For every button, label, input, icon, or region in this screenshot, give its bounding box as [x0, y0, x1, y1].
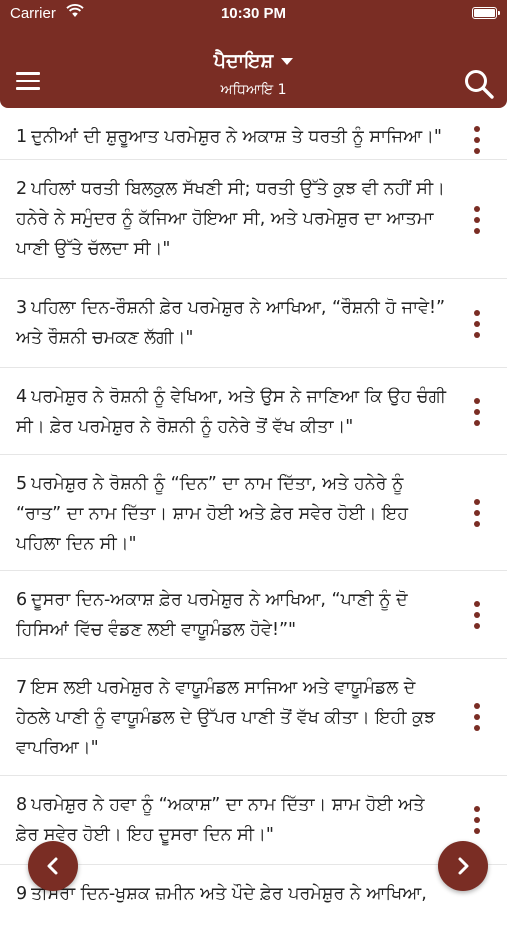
- verse-row[interactable]: 5 ਪਰਮੇਸ਼ੁਰ ਨੇ ਰੋਸ਼ਨੀ ਨੂੰ “ਦਿਨ” ਦਾ ਨਾਮ ਦਿੱ…: [0, 455, 507, 571]
- verse-row[interactable]: 3 ਪਹਿਲਾ ਦਿਨ-ਰੌਸ਼ਨੀ ਫ਼ੇਰ ਪਰਮੇਸ਼ੁਰ ਨੇ ਆਖਿਆ,…: [0, 279, 507, 368]
- verse-more-button[interactable]: [474, 499, 480, 527]
- verse-row[interactable]: 1 ਦੁਨੀਆਂ ਦੀ ਸ਼ੁਰੂਆਤ ਪਰਮੇਸ਼ੁਰ ਨੇ ਅਕਾਸ਼ ਤੇ …: [0, 108, 507, 160]
- verse-row[interactable]: 4 ਪਰਮੇਸ਼ੁਰ ਨੇ ਰੋਸ਼ਨੀ ਨੂੰ ਵੇਖਿਆ, ਅਤੇ ਉਸ ਨੇ…: [0, 368, 507, 455]
- verse-row[interactable]: 6 ਦੂਸਰਾ ਦਿਨ-ਅਕਾਸ਼ ਫ਼ੇਰ ਪਰਮੇਸ਼ੁਰ ਨੇ ਆਖਿਆ, …: [0, 571, 507, 659]
- verse-number: 5: [16, 474, 28, 494]
- verse-text: 7 ਇਸ ਲਈ ਪਰਮੇਸ਼ੁਰ ਨੇ ਵਾਯੂਮੰਡਲ ਸਾਜਿਆ ਅਤੇ ਵਾ…: [16, 678, 436, 758]
- vertical-dots-icon: [474, 703, 480, 709]
- chevron-right-icon: [458, 857, 469, 875]
- vertical-dots-icon: [474, 398, 480, 404]
- caret-down-icon: [281, 57, 294, 65]
- verse-row[interactable]: 8 ਪਰਮੇਸ਼ੁਰ ਨੇ ਹਵਾ ਨੂੰ “ਅਕਾਸ਼” ਦਾ ਨਾਮ ਦਿੱਤ…: [0, 776, 507, 865]
- verse-number: 7: [16, 678, 28, 698]
- chapter-label: ਅਧਿਆਇ 1: [220, 82, 287, 98]
- book-title: ਪੈਦਾਇਸ਼: [213, 50, 274, 72]
- vertical-dots-icon: [474, 206, 480, 212]
- verse-text: 6 ਦੂਸਰਾ ਦਿਨ-ਅਕਾਸ਼ ਫ਼ੇਰ ਪਰਮੇਸ਼ੁਰ ਨੇ ਆਖਿਆ, …: [16, 590, 408, 640]
- verse-more-button[interactable]: [474, 310, 480, 338]
- vertical-dots-icon: [474, 806, 480, 812]
- verse-row[interactable]: 7 ਇਸ ਲਈ ਪਰਮੇਸ਼ੁਰ ਨੇ ਵਾਯੂਮੰਡਲ ਸਾਜਿਆ ਅਤੇ ਵਾ…: [0, 659, 507, 776]
- verse-more-button[interactable]: [474, 601, 480, 629]
- verse-text: 3 ਪਹਿਲਾ ਦਿਨ-ਰੌਸ਼ਨੀ ਫ਼ੇਰ ਪਰਮੇਸ਼ੁਰ ਨੇ ਆਖਿਆ,…: [16, 298, 446, 348]
- previous-chapter-button[interactable]: [28, 841, 78, 891]
- vertical-dots-icon: [474, 499, 480, 505]
- search-icon: [465, 70, 494, 99]
- verse-number: 2: [16, 179, 28, 199]
- verse-number: 9: [16, 884, 28, 904]
- verse-text: 2 ਪਹਿਲਾਂ ਧਰਤੀ ਬਿਲਕੁਲ ਸੱਖਣੀ ਸੀ; ਧਰਤੀ ਉੱਤੇ …: [16, 179, 445, 259]
- vertical-dots-icon: [474, 601, 480, 607]
- verse-number: 8: [16, 795, 28, 815]
- next-chapter-button[interactable]: [438, 841, 488, 891]
- search-button[interactable]: [463, 68, 495, 100]
- verse-more-button[interactable]: [474, 398, 480, 426]
- verse-text: 9 ਤੀਸਰਾ ਦਿਨ-ਖੁਸ਼ਕ ਜ਼ਮੀਨ ਅਤੇ ਪੌਦੇ ਫ਼ੇਰ ਪਰਮ…: [16, 884, 427, 904]
- verse-more-button[interactable]: [474, 703, 480, 731]
- verse-number: 6: [16, 590, 28, 610]
- verse-text: 5 ਪਰਮੇਸ਼ੁਰ ਨੇ ਰੋਸ਼ਨੀ ਨੂੰ “ਦਿਨ” ਦਾ ਨਾਮ ਦਿੱ…: [16, 474, 409, 554]
- verse-number: 4: [16, 387, 28, 407]
- verse-number: 1: [16, 127, 28, 147]
- verse-number: 3: [16, 298, 28, 318]
- book-selector[interactable]: ਪੈਦਾਇਸ਼: [0, 50, 507, 72]
- battery-icon: [472, 7, 500, 19]
- verse-list: 1 ਦੁਨੀਆਂ ਦੀ ਸ਼ੁਰੂਆਤ ਪਰਮੇਸ਼ੁਰ ਨੇ ਅਕਾਸ਼ ਤੇ …: [0, 108, 507, 925]
- app-header: Carrier 10:30 PM ਪੈਦਾਇਸ਼ ਅਧਿਆਇ 1: [0, 0, 507, 108]
- verse-text: 8 ਪਰਮੇਸ਼ੁਰ ਨੇ ਹਵਾ ਨੂੰ “ਅਕਾਸ਼” ਦਾ ਨਾਮ ਦਿੱਤ…: [16, 795, 425, 845]
- verse-more-button[interactable]: [474, 126, 480, 154]
- status-time: 10:30 PM: [220, 5, 287, 22]
- verse-row[interactable]: 2 ਪਹਿਲਾਂ ਧਰਤੀ ਬਿਲਕੁਲ ਸੱਖਣੀ ਸੀ; ਧਰਤੀ ਉੱਤੇ …: [0, 160, 507, 279]
- chevron-left-icon: [47, 857, 58, 875]
- verse-text: 1 ਦੁਨੀਆਂ ਦੀ ਸ਼ੁਰੂਆਤ ਪਰਮੇਸ਼ੁਰ ਨੇ ਅਕਾਸ਼ ਤੇ …: [16, 127, 442, 147]
- hamburger-icon: [16, 72, 40, 75]
- status-bar: Carrier 10:30 PM: [0, 0, 507, 28]
- verse-more-button[interactable]: [474, 806, 480, 834]
- vertical-dots-icon: [474, 310, 480, 316]
- vertical-dots-icon: [474, 126, 480, 132]
- verse-text: 4 ਪਰਮੇਸ਼ੁਰ ਨੇ ਰੋਸ਼ਨੀ ਨੂੰ ਵੇਖਿਆ, ਅਤੇ ਉਸ ਨੇ…: [16, 387, 447, 437]
- verse-more-button[interactable]: [474, 206, 480, 234]
